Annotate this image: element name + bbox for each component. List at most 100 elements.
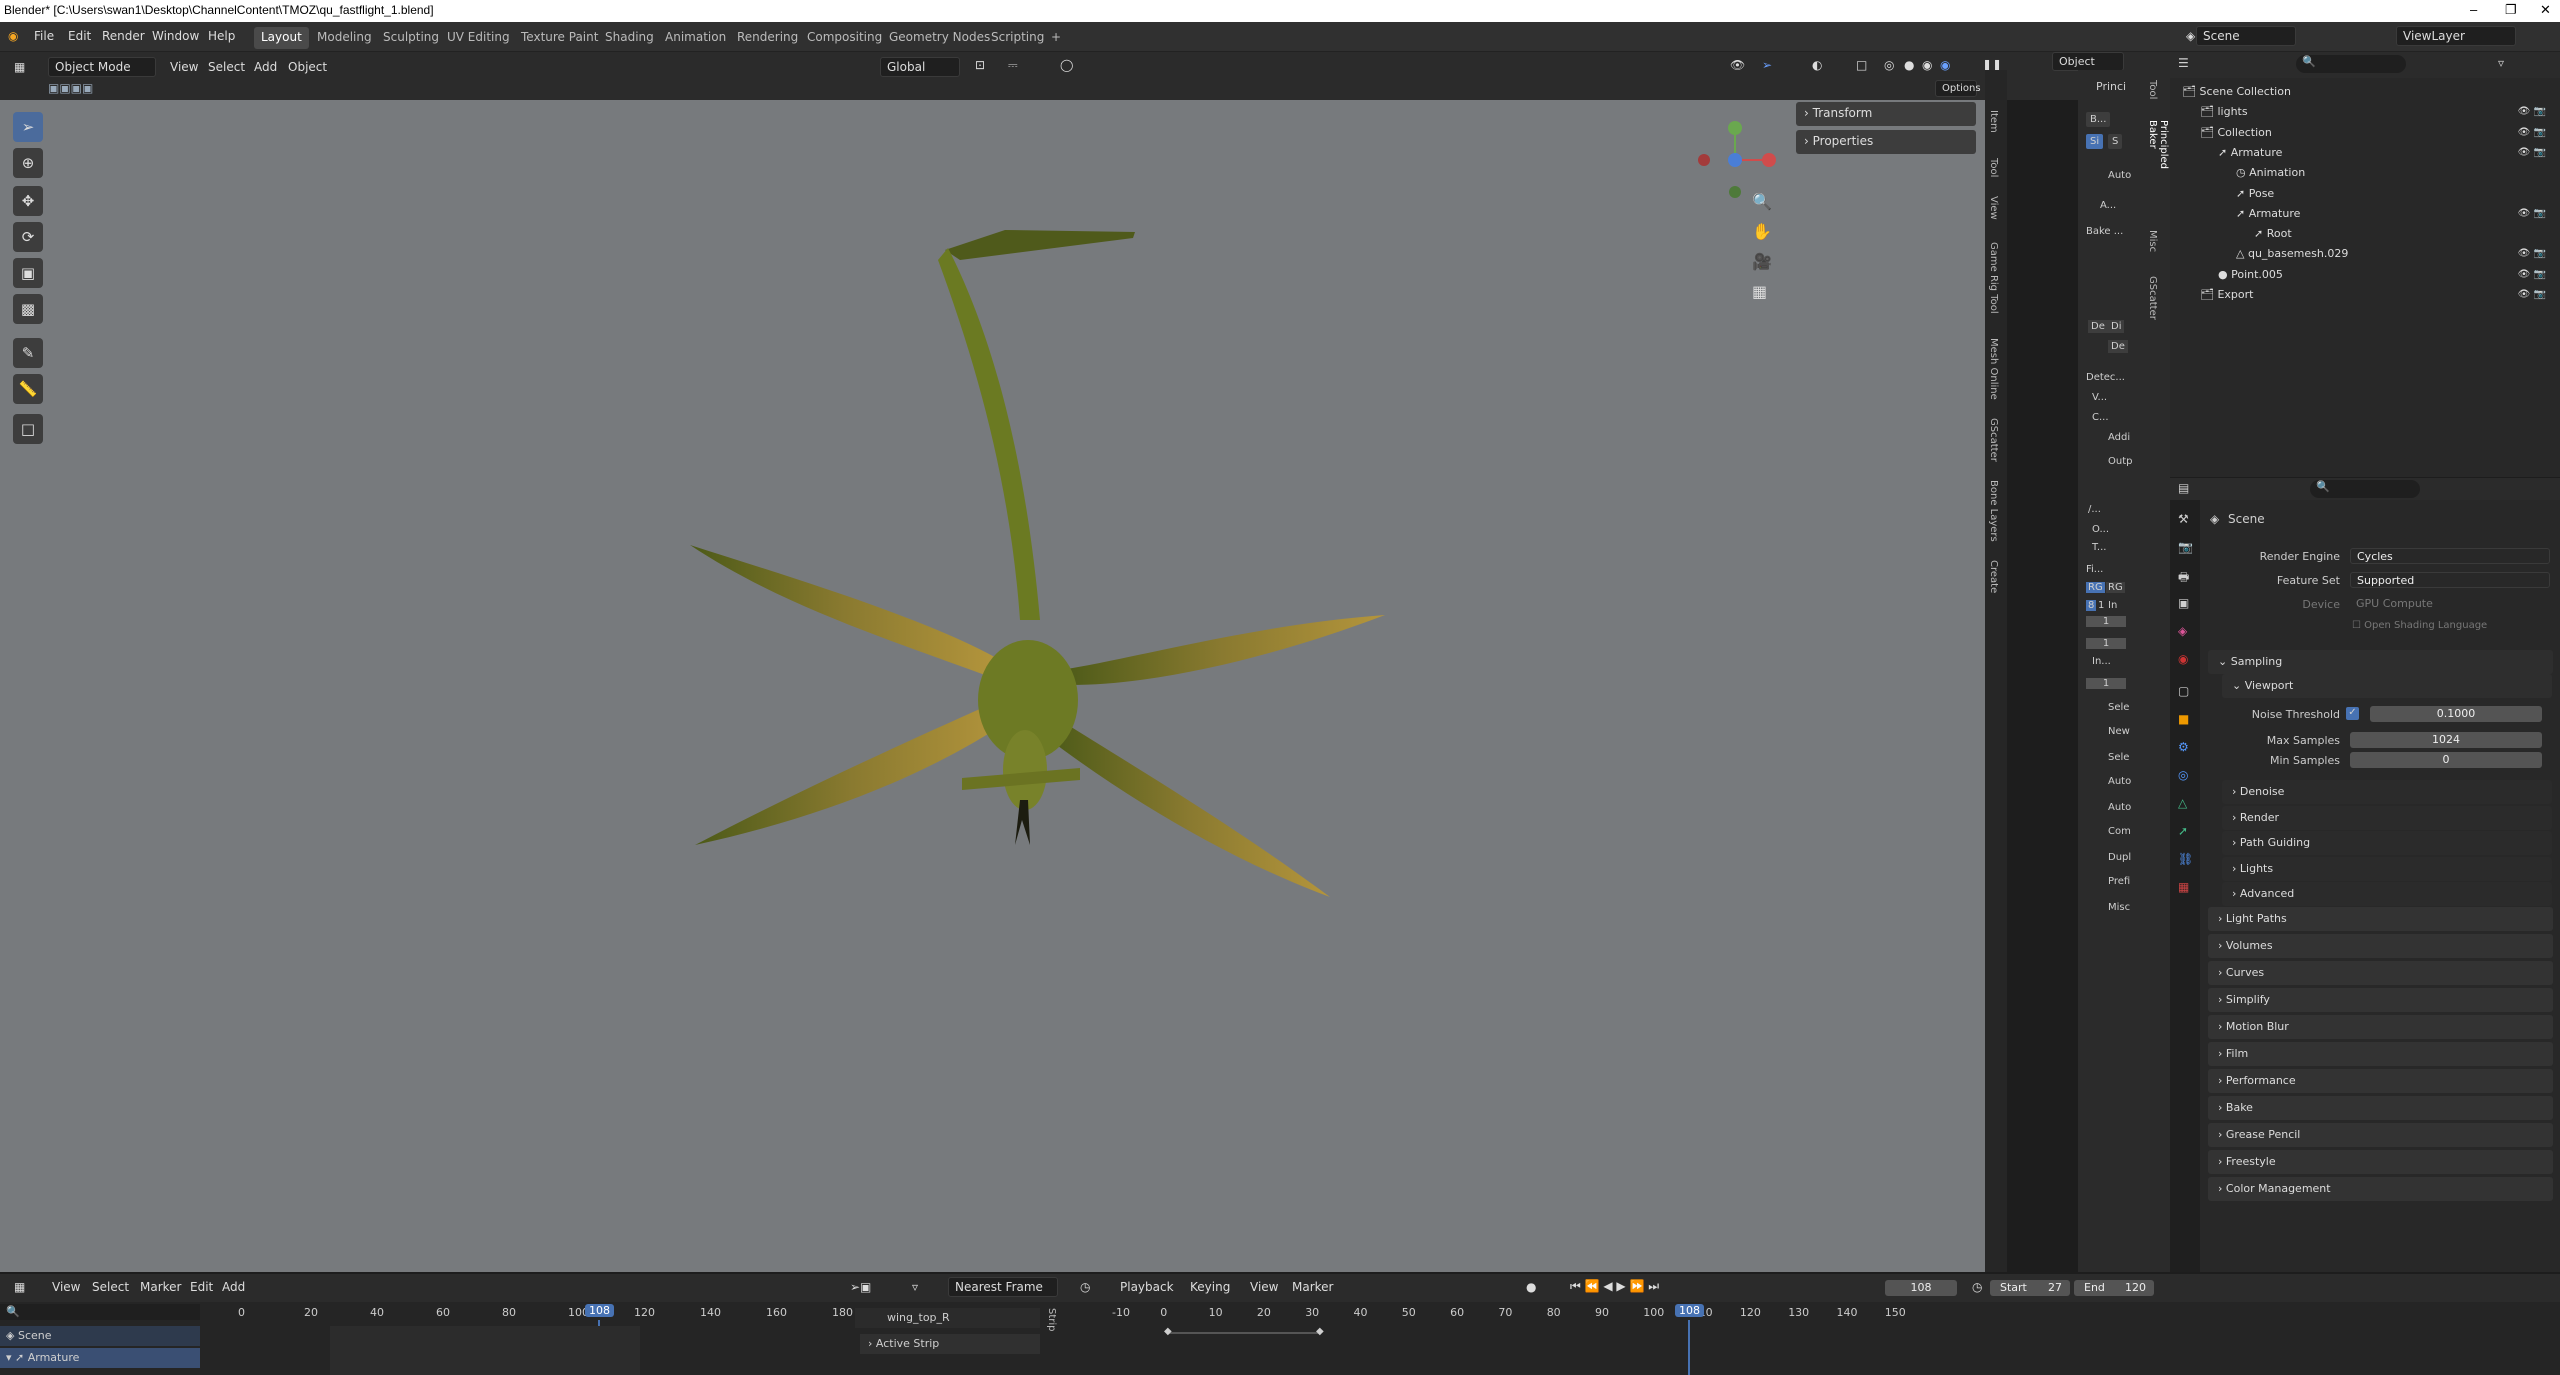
- texture-props-icon[interactable]: ▦: [2178, 880, 2189, 894]
- pivot-icon[interactable]: ⊡: [975, 58, 985, 72]
- tab-strip[interactable]: Strip: [1046, 1308, 1057, 1332]
- tab-modeling[interactable]: Modeling: [310, 27, 379, 49]
- properties-section[interactable]: › Volumes: [2208, 934, 2553, 958]
- timeline-current-frame[interactable]: 108: [1675, 1304, 1704, 1317]
- com-section[interactable]: Com: [2108, 826, 2131, 837]
- tab-gscatter-2[interactable]: GScatter: [2147, 276, 2158, 320]
- value-field-3[interactable]: 1: [2086, 678, 2126, 689]
- visibility-toggle-icon[interactable]: 👁 📷: [2518, 123, 2546, 143]
- dope-row-scene[interactable]: ◈ Scene: [0, 1326, 200, 1346]
- sampling-subsection[interactable]: › Render: [2222, 805, 2552, 830]
- fi-dropdown[interactable]: Fi...: [2086, 564, 2103, 575]
- outp-section[interactable]: Outp: [2108, 456, 2132, 467]
- gizmo-icon[interactable]: ➢: [1762, 58, 1772, 72]
- menu-render[interactable]: Render: [102, 29, 145, 43]
- properties-section[interactable]: › Light Paths: [2208, 907, 2553, 931]
- overlay-icon[interactable]: ◐: [1812, 58, 1822, 72]
- tab-create[interactable]: Create: [1988, 560, 1999, 593]
- properties-section[interactable]: › Motion Blur: [2208, 1015, 2553, 1039]
- timeline-menu-marker[interactable]: Marker: [1292, 1280, 1333, 1294]
- min-samples-field[interactable]: 0: [2350, 752, 2542, 768]
- tab-game-rig-tool[interactable]: Game Rig Tool: [1988, 242, 1999, 314]
- tab-principled-baker[interactable]: Principled Baker: [2147, 120, 2169, 169]
- render-props-icon[interactable]: 📷: [2178, 540, 2193, 554]
- sampling-section[interactable]: ⌄ Sampling: [2208, 650, 2553, 674]
- render-engine-select[interactable]: Cycles: [2350, 548, 2550, 564]
- bake-button[interactable]: B...: [2086, 112, 2111, 127]
- end-frame-field[interactable]: End 120: [2074, 1280, 2154, 1296]
- visibility-toggle-icon[interactable]: 👁 📷: [2518, 143, 2546, 163]
- c-checkbox[interactable]: C...: [2092, 412, 2109, 423]
- sele-section[interactable]: Sele: [2108, 702, 2129, 713]
- feature-set-select[interactable]: Supported: [2350, 572, 2550, 588]
- tab-view[interactable]: View: [1988, 196, 1999, 220]
- material-shading-icon[interactable]: ◉: [1922, 58, 1932, 72]
- properties-section[interactable]: › Grease Pencil: [2208, 1123, 2553, 1147]
- viewport-subsection[interactable]: ⌄ Viewport: [2222, 674, 2552, 698]
- tab-shading[interactable]: Shading: [598, 27, 661, 49]
- maximize-icon[interactable]: ❐: [2505, 2, 2517, 18]
- sampling-subsection[interactable]: › Path Guiding: [2222, 831, 2552, 855]
- transform-tool[interactable]: ▩: [13, 294, 43, 324]
- current-frame-field[interactable]: 108: [1885, 1280, 1957, 1296]
- tool-props-icon[interactable]: ⚒: [2178, 512, 2189, 526]
- properties-section[interactable]: › Bake: [2208, 1096, 2553, 1120]
- timeline-menu-view[interactable]: View: [1250, 1280, 1278, 1294]
- scene-props-icon[interactable]: ◈: [2178, 624, 2187, 638]
- dope-menu-select[interactable]: Select: [92, 1280, 129, 1294]
- scale-tool[interactable]: ▣: [13, 258, 43, 288]
- outliner-row[interactable]: ◷ Animation: [2170, 163, 2560, 183]
- timeline-menu-keying[interactable]: Keying: [1190, 1280, 1230, 1294]
- editor-type-icon[interactable]: ▦: [14, 60, 25, 74]
- measure-tool[interactable]: 📏: [13, 374, 43, 404]
- cursor-tool[interactable]: ⊕: [13, 148, 43, 178]
- in-button[interactable]: In: [2108, 600, 2117, 611]
- tab-texture-paint[interactable]: Texture Paint: [514, 27, 605, 49]
- sampling-subsection[interactable]: › Advanced: [2222, 882, 2552, 906]
- bit-1-button[interactable]: 1: [2098, 600, 2104, 611]
- v-checkbox[interactable]: V...: [2092, 392, 2107, 403]
- tab-layout[interactable]: Layout: [254, 27, 309, 49]
- outliner-row[interactable]: ➚ Root: [2170, 224, 2560, 244]
- noise-threshold-checkbox[interactable]: ✓: [2346, 707, 2359, 720]
- tab-misc[interactable]: Misc: [2147, 230, 2158, 252]
- transform-orientation[interactable]: Global: [880, 57, 960, 77]
- viewport-menu-object[interactable]: Object: [288, 60, 327, 74]
- props-search[interactable]: 🔍: [2310, 480, 2420, 498]
- visibility-toggle-icon[interactable]: 👁 📷: [2518, 244, 2546, 264]
- outliner-row[interactable]: 🗂 Collection 👁 📷: [2170, 123, 2560, 143]
- wireframe-shading-icon[interactable]: ◎: [1884, 58, 1894, 72]
- physics-props-icon[interactable]: ◎: [2178, 768, 2188, 782]
- creature-model[interactable]: [0, 100, 1985, 1272]
- sele-section-2[interactable]: Sele: [2108, 752, 2129, 763]
- filter-icon[interactable]: ▿: [2498, 56, 2504, 70]
- visibility-icon[interactable]: 👁: [1730, 58, 1745, 72]
- output-props-icon[interactable]: 🖶: [2178, 568, 2189, 589]
- tab-scripting[interactable]: Scripting: [984, 27, 1051, 49]
- sampling-subsection[interactable]: › Denoise: [2222, 780, 2552, 804]
- timeline-menu-playback[interactable]: Playback: [1120, 1280, 1174, 1294]
- 3d-viewport[interactable]: 🔍 ✋ 🎥 ▦: [0, 100, 1985, 1272]
- outliner-row[interactable]: ➚ Armature 👁 📷: [2170, 204, 2560, 224]
- properties-section[interactable]: › Freestyle: [2208, 1150, 2553, 1174]
- constraint-props-icon[interactable]: ⛓: [2178, 852, 2193, 866]
- auto-section-2[interactable]: Auto: [2108, 802, 2131, 813]
- active-strip-section[interactable]: › Active Strip: [860, 1334, 1040, 1354]
- menu-window[interactable]: Window: [152, 29, 199, 43]
- prefi-section[interactable]: Prefi: [2108, 876, 2130, 887]
- pan-hand-icon[interactable]: ✋: [1752, 222, 1772, 241]
- world-props-icon[interactable]: ◉: [2178, 652, 2188, 666]
- view-layer-props-icon[interactable]: ▣: [2178, 596, 2189, 610]
- auto-section[interactable]: Auto: [2108, 776, 2131, 787]
- camera-view-icon[interactable]: 🎥: [1752, 252, 1772, 271]
- keyframe-marker-2[interactable]: ◆: [1316, 1326, 1324, 1337]
- close-icon[interactable]: ✕: [2540, 2, 2551, 18]
- object-dropdown[interactable]: Object: [2052, 52, 2124, 71]
- minimize-icon[interactable]: –: [2470, 2, 2477, 17]
- object-data-props-icon[interactable]: △: [2178, 796, 2187, 810]
- sampling-subsection[interactable]: › Lights: [2222, 856, 2552, 881]
- dopesheet-search[interactable]: 🔍: [0, 1304, 200, 1320]
- xray-icon[interactable]: □: [1856, 58, 1867, 72]
- device-select[interactable]: GPU Compute: [2350, 596, 2550, 612]
- s-button[interactable]: S: [2108, 134, 2123, 149]
